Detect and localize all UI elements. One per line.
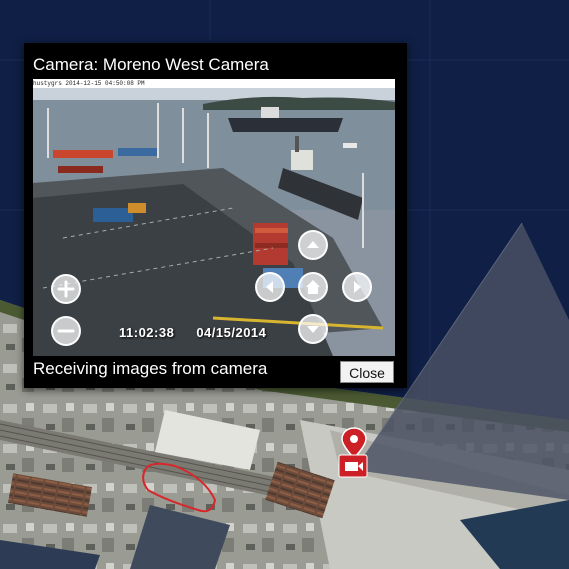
chevron-left-icon — [266, 281, 273, 293]
minus-icon — [57, 329, 75, 333]
pan-right-button[interactable] — [342, 272, 372, 302]
camera-feed-image: 11:02:38 04/15/2014 — [33, 88, 395, 356]
feed-date: 04/15/2014 — [196, 325, 267, 340]
camera-scene — [33, 88, 395, 356]
popup-title: Camera: Moreno West Camera — [33, 55, 269, 74]
camera-marker-icon[interactable] — [335, 425, 375, 480]
plus-icon — [57, 280, 75, 298]
pan-left-button[interactable] — [255, 272, 285, 302]
feed-header: hustygrs 2014-12-15 04:50:08 PM — [33, 79, 395, 88]
feed-time: 11:02:38 — [119, 325, 175, 340]
status-text: Receiving images from camera — [33, 359, 268, 378]
close-button[interactable]: Close — [340, 361, 394, 383]
camera-popup: Camera: Moreno West Camera hustygrs 2014… — [24, 43, 407, 388]
pan-down-button[interactable] — [298, 314, 328, 344]
feed-timestamp: 11:02:38 04/15/2014 — [119, 325, 266, 340]
zoom-out-button[interactable] — [51, 316, 81, 346]
chevron-up-icon — [307, 241, 319, 248]
chevron-right-icon — [354, 281, 361, 293]
home-button[interactable] — [298, 272, 328, 302]
pan-up-button[interactable] — [298, 230, 328, 260]
zoom-in-button[interactable] — [51, 274, 81, 304]
home-icon — [306, 280, 320, 294]
chevron-down-icon — [307, 326, 319, 333]
